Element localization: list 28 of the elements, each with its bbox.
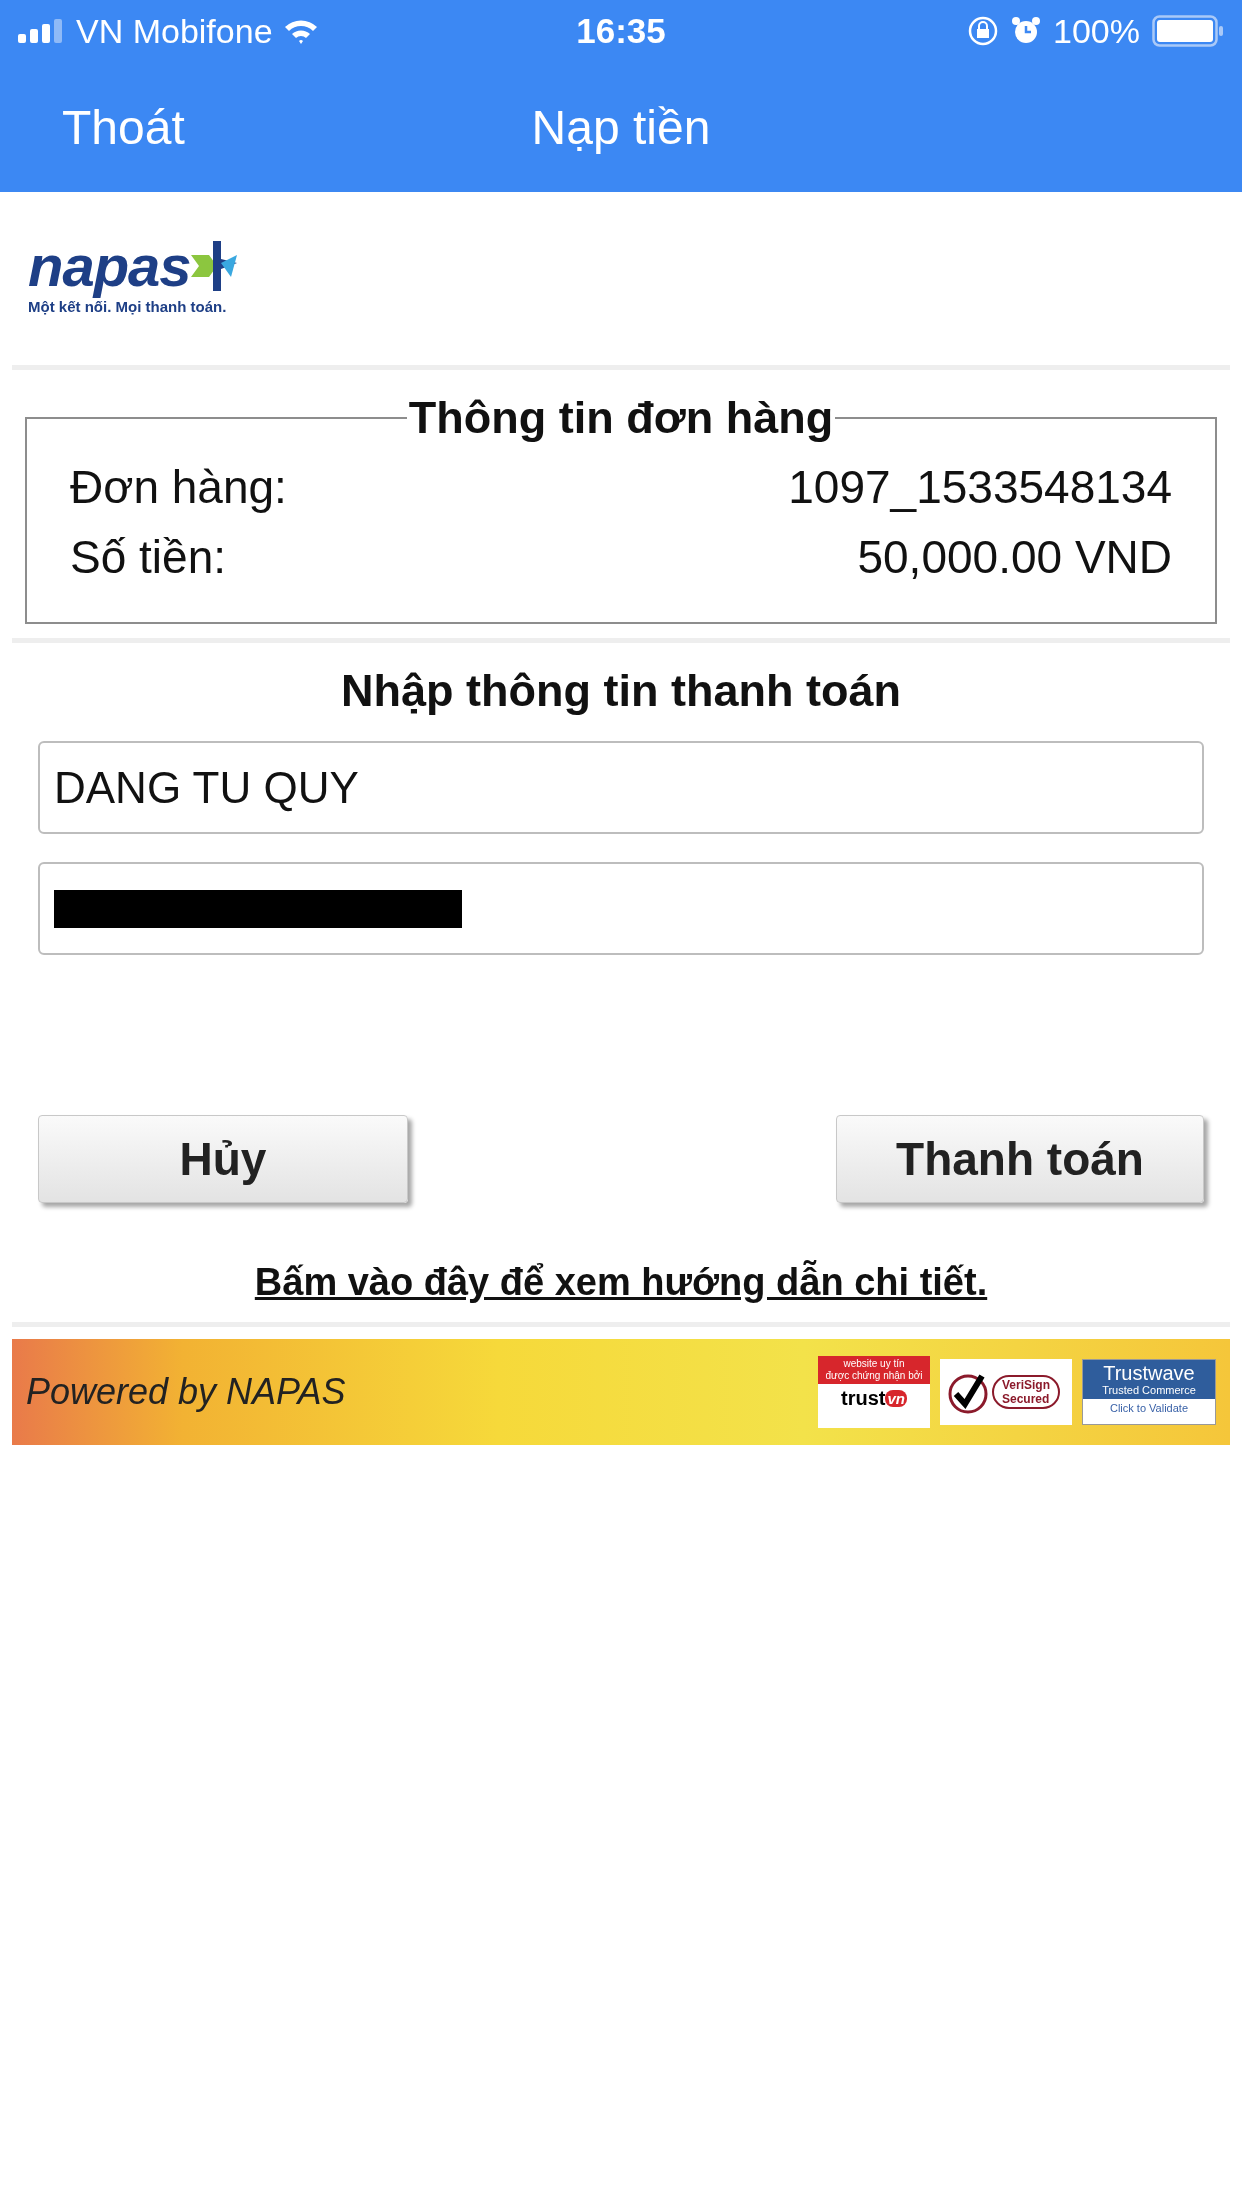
card-number-field[interactable] [38,862,1204,955]
powered-by-text: Powered by NAPAS [26,1371,347,1413]
badge-caption: website uy tín được chứng nhận bởi [818,1356,930,1384]
logo-slogan: Một kết nối. Mọi thanh toán. [28,298,228,315]
pay-button[interactable]: Thanh toán [836,1115,1204,1203]
help-link[interactable]: Bấm vào đây để xem hướng dẫn chi tiết. [0,1261,1242,1304]
battery-icon [1152,15,1224,47]
field-value: 1097_1533548134 [788,460,1172,515]
logo-mark-icon [190,241,239,291]
screen-title: Nạp tiền [531,99,711,155]
clock-time: 16:35 [576,11,666,51]
field-label: Đơn hàng: [70,460,287,515]
section-title: Nhập thông tin thanh toán [340,665,902,717]
cancel-button[interactable]: Hủy [38,1115,408,1203]
badge-header: Trustwave Trusted Commerce [1083,1360,1215,1399]
battery-percent: 100% [1053,11,1140,51]
validate-link[interactable]: Click to Validate [1083,1402,1215,1414]
cardholder-name-field[interactable]: DANG TU QUY [38,741,1204,834]
panel-title: Thông tin đơn hàng [407,392,835,444]
carrier-name: VN Mobifone [76,11,273,51]
alarm-icon [1011,16,1042,46]
badge-wordmark: VeriSign Secured [992,1375,1061,1409]
trustwave-badge[interactable]: Trustwave Trusted Commerce Click to Validate [1082,1359,1216,1425]
badge-wordmark: trustvn [841,1387,907,1410]
rotation-lock-icon [967,15,1000,47]
exit-link[interactable]: Thoát [62,99,185,155]
field-value: 50,000.00 VND [857,530,1172,585]
field-label: Số tiền: [70,530,226,585]
